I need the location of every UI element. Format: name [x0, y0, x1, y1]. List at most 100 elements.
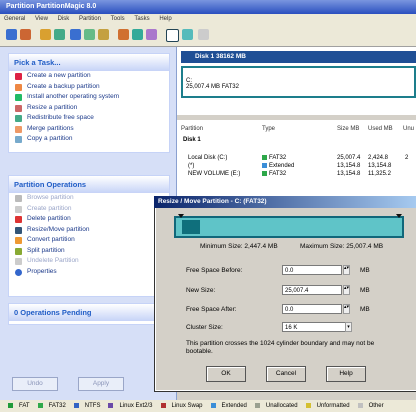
- convert-icon: [15, 237, 22, 244]
- info-icon[interactable]: [182, 29, 193, 40]
- row-size: 13,154.8: [337, 163, 361, 169]
- redistribute-icon: [15, 115, 22, 122]
- op-resize-move[interactable]: Resize/Move partition: [9, 225, 169, 236]
- menu-general[interactable]: General: [0, 16, 29, 22]
- help-button[interactable]: Help: [326, 366, 366, 382]
- row-type: FAT32: [262, 171, 286, 177]
- legend-label: Unformatted: [316, 403, 350, 409]
- spinner[interactable]: ▴▾: [343, 265, 350, 275]
- resize-icon: [15, 226, 22, 234]
- panel-title[interactable]: Partition Operations: [9, 176, 169, 193]
- move-icon[interactable]: [98, 29, 109, 40]
- task-backup-partition[interactable]: Create a backup partition: [9, 82, 169, 93]
- edit-icon[interactable]: [20, 29, 31, 40]
- menu-help[interactable]: Help: [155, 16, 175, 22]
- op-browse[interactable]: Browse partition: [9, 193, 169, 204]
- merge-icon[interactable]: [118, 29, 129, 40]
- free-before-label: Free Space Before:: [186, 267, 243, 274]
- delete-icon: [15, 216, 22, 223]
- undo-button[interactable]: Undo: [12, 377, 58, 391]
- apply-button[interactable]: Apply: [78, 377, 124, 391]
- max-size-label: Maximum Size: 25,007.4 MB: [300, 243, 384, 250]
- task-redistribute[interactable]: Redistribute free space: [9, 113, 169, 124]
- unit-label: MB: [360, 267, 370, 274]
- menu-partition[interactable]: Partition: [75, 16, 105, 22]
- row-type: FAT32: [262, 155, 286, 161]
- search-icon[interactable]: [166, 29, 179, 42]
- min-size-label: Minimum Size: 2,447.4 MB: [200, 243, 278, 250]
- new-size-label: New Size:: [186, 287, 216, 294]
- col-unused[interactable]: Unu: [403, 126, 414, 132]
- left-handle[interactable]: [178, 214, 184, 218]
- op-split[interactable]: Split partition: [9, 246, 169, 257]
- col-type[interactable]: Type: [262, 126, 275, 132]
- menu-tasks[interactable]: Tasks: [130, 16, 153, 22]
- create-icon: [15, 205, 22, 213]
- op-convert[interactable]: Convert partition: [9, 235, 169, 246]
- op-undelete[interactable]: Undelete Partition: [9, 256, 169, 267]
- row-name[interactable]: Local Disk (C:): [188, 155, 227, 161]
- cancel-button[interactable]: Cancel: [266, 366, 306, 382]
- disk-group: Disk 1: [183, 137, 201, 143]
- panel-title[interactable]: Pick a Task...: [9, 54, 169, 71]
- install-icon: [15, 94, 22, 101]
- cluster-size-label: Cluster Size:: [186, 324, 223, 331]
- boot-warning: This partition crosses the 1024 cylinder…: [186, 340, 375, 355]
- resize-bar[interactable]: [174, 214, 404, 238]
- op-delete[interactable]: Delete partition: [9, 214, 169, 225]
- col-partition[interactable]: Partition: [181, 126, 203, 132]
- col-used[interactable]: Used MB: [368, 126, 393, 132]
- disk-header: Disk 1 38162 MB: [181, 51, 416, 63]
- op-create[interactable]: Create partition: [9, 204, 169, 215]
- op-properties[interactable]: Properties: [9, 267, 169, 278]
- create-icon[interactable]: [54, 29, 65, 40]
- row-used: 2,424.8: [368, 155, 389, 161]
- copy-icon[interactable]: [70, 29, 81, 40]
- legend-label: FAT32: [48, 403, 66, 409]
- legend-label: Other: [368, 403, 384, 409]
- dialog-title: Resize / Move Partition - C: (FAT32): [154, 196, 416, 208]
- legend-label: Linux Swap: [171, 403, 203, 409]
- legend-swatch: [108, 402, 114, 408]
- row-used: 11,325.2: [368, 171, 391, 177]
- split-icon[interactable]: [132, 29, 143, 40]
- undo-icon[interactable]: [198, 29, 209, 40]
- free-before-input[interactable]: 0.0: [282, 265, 342, 275]
- spinner[interactable]: ▴▾: [343, 285, 350, 295]
- legend-swatch: [73, 402, 79, 408]
- legend-label: Linux Ext2/3: [119, 403, 153, 409]
- ok-button[interactable]: OK: [206, 366, 246, 382]
- new-size-input[interactable]: 25,007.4: [282, 285, 342, 295]
- resize-icon[interactable]: [84, 29, 95, 40]
- legend-swatch: [8, 402, 13, 408]
- row-name[interactable]: NEW VOLUME (E:): [188, 171, 240, 177]
- wizard-icon[interactable]: [40, 29, 51, 40]
- legend-swatch: [305, 402, 311, 408]
- convert-icon[interactable]: [146, 29, 157, 40]
- menu-disk[interactable]: Disk: [54, 16, 74, 22]
- row-name[interactable]: (*): [188, 163, 194, 169]
- row-size: 13,154.8: [337, 171, 361, 177]
- right-handle[interactable]: [396, 214, 402, 218]
- row-type: Extended: [262, 163, 294, 169]
- menu-view[interactable]: View: [31, 16, 52, 22]
- legend-label: Unallocated: [265, 403, 298, 409]
- legend-item: Linux Ext2/3: [104, 402, 153, 409]
- menu-tools[interactable]: Tools: [107, 16, 129, 22]
- task-create-partition[interactable]: Create a new partition: [9, 71, 169, 82]
- free-after-input[interactable]: 0.0: [282, 304, 342, 314]
- task-resize[interactable]: Resize a partition: [9, 103, 169, 114]
- col-size[interactable]: Size MB: [337, 126, 359, 132]
- chevron-down-icon[interactable]: ▾: [345, 322, 352, 332]
- row-used: 13,154.8: [368, 163, 392, 169]
- cluster-size-select[interactable]: 16 K: [282, 322, 352, 332]
- legend-item: NTFS: [70, 402, 100, 409]
- toolbar: [0, 24, 416, 47]
- disk-icon[interactable]: [6, 29, 17, 40]
- legend-swatch: [210, 402, 216, 408]
- unit-label: MB: [360, 306, 370, 313]
- task-merge[interactable]: Merge partitions: [9, 124, 169, 135]
- spinner[interactable]: ▴▾: [343, 304, 350, 314]
- task-copy[interactable]: Copy a partition: [9, 134, 169, 145]
- task-install-os[interactable]: Install another operating system: [9, 92, 169, 103]
